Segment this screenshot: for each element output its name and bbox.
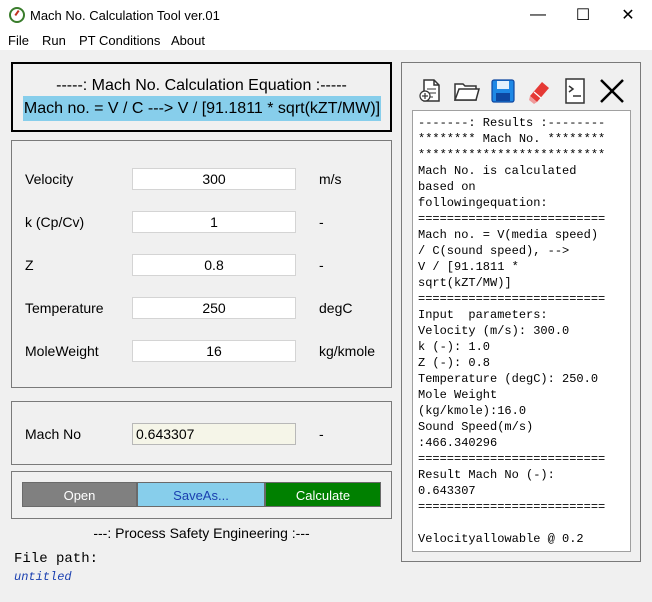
moleweight-input[interactable]: 16 xyxy=(132,340,296,362)
temperature-input[interactable]: 250 xyxy=(132,297,296,319)
footer-text: ---: Process Safety Engineering :--- xyxy=(93,525,310,541)
temperature-unit: degC xyxy=(319,300,353,316)
close-button[interactable]: ✕ xyxy=(605,0,651,30)
file-path-value: untitled xyxy=(14,570,72,584)
window-title: Mach No. Calculation Tool ver.01 xyxy=(30,8,220,23)
menu-about[interactable]: About xyxy=(171,33,205,48)
menu-file[interactable]: File xyxy=(8,33,29,48)
maximize-button[interactable]: ☐ xyxy=(560,0,606,30)
velocity-input[interactable]: 300 xyxy=(132,168,296,190)
moleweight-unit: kg/kmole xyxy=(319,343,376,359)
save-disk-icon[interactable] xyxy=(488,76,518,106)
saveas-button[interactable]: SaveAs... xyxy=(137,482,265,507)
mach-unit: - xyxy=(319,426,324,442)
menu-run[interactable]: Run xyxy=(42,33,66,48)
close-x-icon[interactable] xyxy=(597,76,627,106)
z-label: Z xyxy=(25,257,34,273)
temperature-label: Temperature xyxy=(25,300,104,316)
open-button[interactable]: Open xyxy=(22,482,137,507)
menu-pt-conditions[interactable]: PT Conditions xyxy=(79,33,160,48)
new-document-icon[interactable] xyxy=(416,76,446,106)
minimize-button[interactable]: — xyxy=(515,0,561,30)
k-input[interactable]: 1 xyxy=(132,211,296,233)
app-gauge-icon xyxy=(9,7,25,23)
mach-label: Mach No xyxy=(25,426,82,442)
open-folder-icon[interactable] xyxy=(452,76,482,106)
calculate-button[interactable]: Calculate xyxy=(265,482,381,507)
velocity-label: Velocity xyxy=(25,171,74,187)
results-textbox[interactable]: -------: Results :-------- ******** Mach… xyxy=(412,110,631,552)
equation-heading: -----: Mach No. Calculation Equation :--… xyxy=(56,77,347,94)
velocity-unit: m/s xyxy=(319,171,342,187)
eraser-icon[interactable] xyxy=(524,76,554,106)
k-unit: - xyxy=(319,214,324,230)
file-path-label: File path: xyxy=(14,551,99,567)
z-unit: - xyxy=(319,257,324,273)
equation-formula: Mach no. = V / C ---> V / [91.1811 * sqr… xyxy=(23,96,381,121)
results-text: -------: Results :-------- ******** Mach… xyxy=(418,116,606,546)
mach-output-field: 0.643307 xyxy=(132,423,296,445)
terminal-icon[interactable] xyxy=(560,76,590,106)
z-input[interactable]: 0.8 xyxy=(132,254,296,276)
k-label: k (Cp/Cv) xyxy=(25,214,85,230)
moleweight-label: MoleWeight xyxy=(25,343,99,359)
